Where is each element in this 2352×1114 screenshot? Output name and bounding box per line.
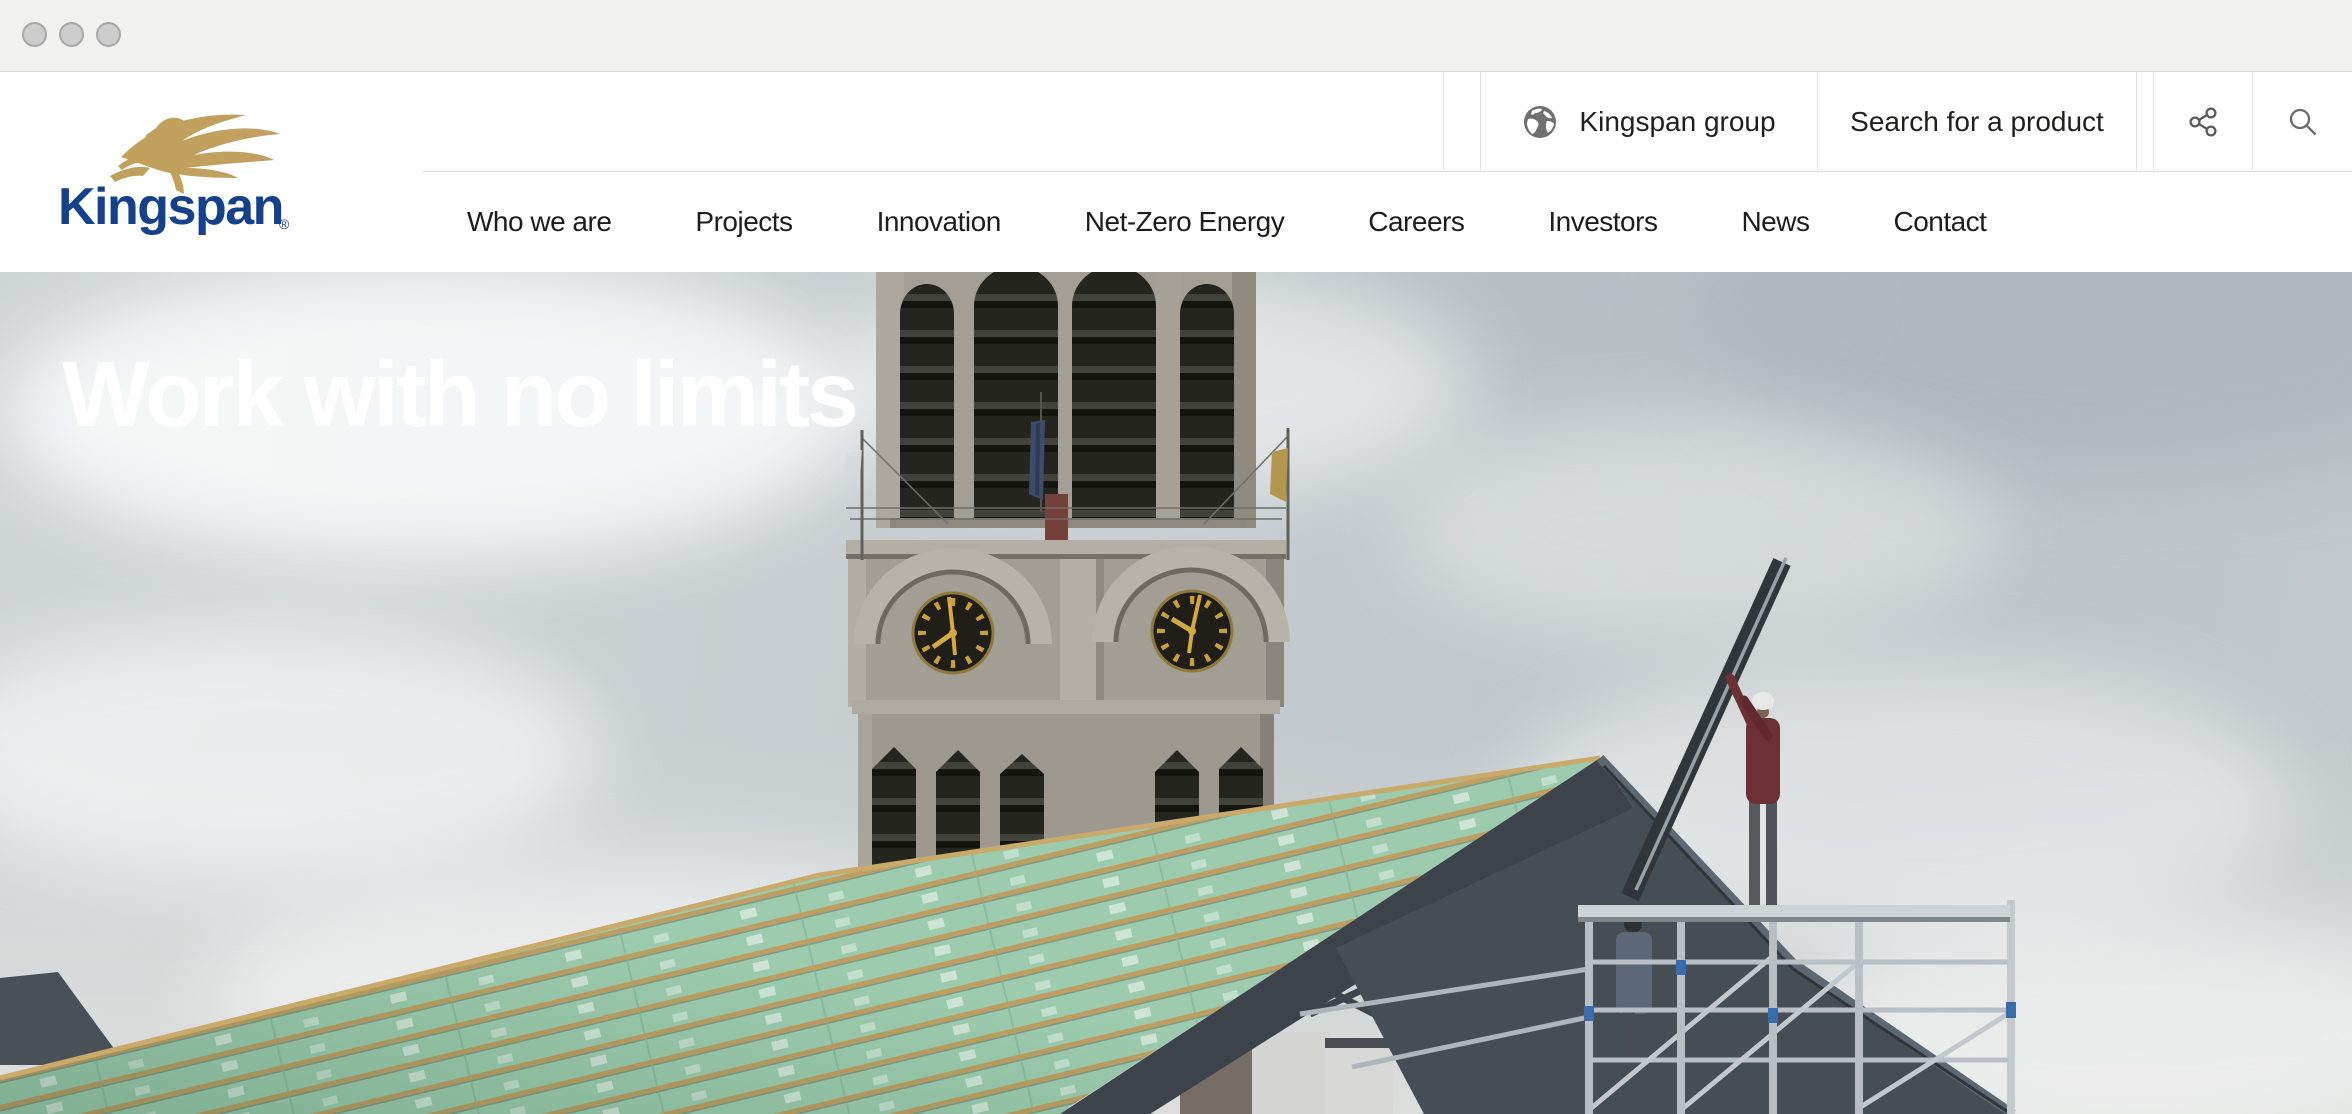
nav-item-careers[interactable]: Careers [1368, 206, 1464, 238]
window-control-icon[interactable] [59, 22, 84, 47]
clock-face-right [1152, 591, 1232, 671]
kingspan-group-link[interactable]: Kingspan group [1480, 72, 1818, 171]
nav-item-who-we-are[interactable]: Who we are [467, 206, 611, 238]
share-button[interactable] [2153, 72, 2253, 171]
nav-item-innovation[interactable]: Innovation [877, 206, 1001, 238]
hard-hat [1752, 692, 1774, 710]
search-product-link[interactable]: Search for a product [1818, 72, 2137, 171]
search-button[interactable] [2253, 72, 2352, 171]
window-control-icon[interactable] [96, 22, 121, 47]
search-icon [2287, 106, 2319, 138]
nav-item-net-zero-energy[interactable]: Net-Zero Energy [1085, 206, 1284, 238]
hero-banner: Work with no limits [0, 272, 2352, 1114]
logo-wordmark: Kingspan [58, 178, 283, 236]
globe-icon [1522, 104, 1558, 140]
main-navigation: Who we are Projects Innovation Net-Zero … [467, 172, 1986, 272]
kingspan-group-label: Kingspan group [1579, 106, 1775, 138]
window-control-icon[interactable] [22, 22, 47, 47]
clock-face-left [913, 593, 993, 673]
logo-registered-mark: ® [279, 216, 290, 232]
nav-item-projects[interactable]: Projects [695, 206, 792, 238]
nav-item-investors[interactable]: Investors [1548, 206, 1657, 238]
hero-title: Work with no limits [62, 348, 856, 441]
kingspan-logo[interactable]: Kingspan ® [58, 102, 298, 242]
nav-item-contact[interactable]: Contact [1893, 206, 1986, 238]
share-icon [2187, 106, 2219, 138]
site-header: Kingspan ® Kingspan group Search for a p… [0, 72, 2352, 272]
yellow-flag [1270, 448, 1288, 502]
nav-item-news[interactable]: News [1741, 206, 1809, 238]
tower-door [1045, 494, 1068, 540]
white-flag [844, 450, 862, 478]
topbar-divider [1443, 72, 1444, 171]
search-product-label: Search for a product [1850, 106, 2104, 138]
window-title-bar [0, 0, 2352, 72]
